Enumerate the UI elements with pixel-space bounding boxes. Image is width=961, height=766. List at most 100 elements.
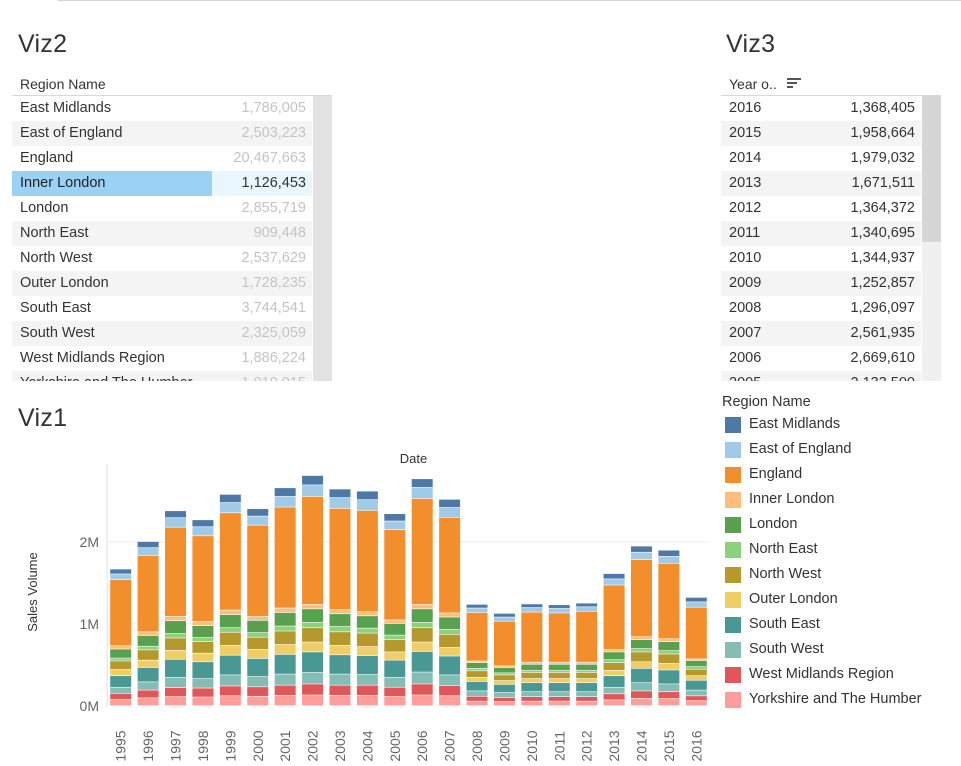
bar-segment[interactable] xyxy=(219,686,241,696)
bar-segment[interactable] xyxy=(630,698,652,706)
bar-segment[interactable] xyxy=(137,541,159,548)
bar-segment[interactable] xyxy=(685,667,707,669)
bar-segment[interactable] xyxy=(411,695,433,706)
bar-segment[interactable] xyxy=(576,662,598,664)
bar-segment[interactable] xyxy=(466,681,488,691)
bar-segment[interactable] xyxy=(356,616,378,628)
bar-segment[interactable] xyxy=(493,692,515,698)
bar-segment[interactable] xyxy=(685,680,707,690)
bar-segment[interactable] xyxy=(493,621,515,666)
bar-segment[interactable] xyxy=(274,496,296,507)
bar-segment[interactable] xyxy=(439,656,461,675)
bar-segment[interactable] xyxy=(493,697,515,702)
bar-segment[interactable] xyxy=(192,678,214,688)
bar-segment[interactable] xyxy=(192,688,214,697)
table-row[interactable]: North East 909,448 xyxy=(12,221,312,246)
bar-segment[interactable] xyxy=(302,609,324,623)
legend-item[interactable]: London xyxy=(722,512,958,537)
bar-segment[interactable] xyxy=(384,696,406,706)
bar-segment[interactable] xyxy=(576,672,598,679)
bar-segment[interactable] xyxy=(548,678,570,683)
bar-segment[interactable] xyxy=(329,685,351,696)
bar-segment[interactable] xyxy=(630,668,652,683)
bar-segment[interactable] xyxy=(110,693,132,700)
table-row[interactable]: 2008 1,296,097 xyxy=(721,296,921,321)
bar-segment[interactable] xyxy=(274,674,296,685)
legend-item[interactable]: West Midlands Region xyxy=(722,662,958,687)
bar-segment[interactable] xyxy=(165,687,187,697)
bar-segment[interactable] xyxy=(521,701,543,706)
legend-item[interactable]: South East xyxy=(722,612,958,637)
bar-segment[interactable] xyxy=(630,546,652,552)
table-row[interactable]: 2015 1,958,664 xyxy=(721,121,921,146)
bar-segment[interactable] xyxy=(439,634,461,648)
bar-segment[interactable] xyxy=(356,628,378,633)
table-row[interactable]: 2006 2,669,610 xyxy=(721,346,921,371)
bar-segment[interactable] xyxy=(548,696,570,701)
bar-segment[interactable] xyxy=(384,652,406,660)
bar-segment[interactable] xyxy=(658,550,680,557)
bar-segment[interactable] xyxy=(521,678,543,683)
bar-segment[interactable] xyxy=(384,529,406,620)
table-row[interactable]: 2016 1,368,405 xyxy=(721,96,921,121)
bar-segment[interactable] xyxy=(411,628,433,642)
bar-segment[interactable] xyxy=(192,662,214,679)
bar-segment[interactable] xyxy=(329,609,351,614)
bar-segment[interactable] xyxy=(110,676,132,687)
bar-segment[interactable] xyxy=(247,658,269,677)
bar-segment[interactable] xyxy=(466,671,488,678)
bar-segment[interactable] xyxy=(658,563,680,639)
bar-segment[interactable] xyxy=(356,655,378,675)
bar-segment[interactable] xyxy=(548,701,570,706)
bar-segment[interactable] xyxy=(165,650,187,660)
bar-segment[interactable] xyxy=(110,661,132,670)
bar-segment[interactable] xyxy=(247,616,269,621)
bar-segment[interactable] xyxy=(411,498,433,605)
bar-segment[interactable] xyxy=(548,672,570,679)
bar-segment[interactable] xyxy=(219,696,241,706)
bar-segment[interactable] xyxy=(192,653,214,662)
bar-segment[interactable] xyxy=(302,695,324,706)
bar-segment[interactable] xyxy=(329,655,351,674)
table-row[interactable]: East of England 2,503,223 xyxy=(12,121,312,146)
bar-segment[interactable] xyxy=(302,684,324,695)
bar-segment[interactable] xyxy=(137,690,159,698)
bar-segment[interactable] xyxy=(274,507,296,608)
bar-segment[interactable] xyxy=(274,654,296,674)
bar-segment[interactable] xyxy=(329,645,351,655)
bar-segment[interactable] xyxy=(521,662,543,664)
bar-segment[interactable] xyxy=(356,674,378,685)
bar-segment[interactable] xyxy=(493,613,515,617)
bar-segment[interactable] xyxy=(603,573,625,579)
bar-segment[interactable] xyxy=(603,649,625,652)
legend-item[interactable]: North East xyxy=(722,537,958,562)
bar-segment[interactable] xyxy=(685,690,707,696)
bar-segment[interactable] xyxy=(329,489,351,498)
bar-segment[interactable] xyxy=(521,604,543,608)
bar-segment[interactable] xyxy=(247,676,269,687)
bar-segment[interactable] xyxy=(548,664,570,671)
bar-segment[interactable] xyxy=(548,683,570,692)
bar-segment[interactable] xyxy=(110,646,132,649)
bar-segment[interactable] xyxy=(466,677,488,682)
bar-segment[interactable] xyxy=(576,607,598,612)
bar-segment[interactable] xyxy=(384,687,406,697)
bar-segment[interactable] xyxy=(685,602,707,607)
bar-segment[interactable] xyxy=(685,676,707,680)
bar-segment[interactable] xyxy=(329,508,351,610)
bar-segment[interactable] xyxy=(137,646,159,650)
bar-segment[interactable] xyxy=(110,574,132,580)
bar-segment[interactable] xyxy=(192,697,214,706)
bar-segment[interactable] xyxy=(521,607,543,612)
bar-segment[interactable] xyxy=(493,684,515,693)
bar-segment[interactable] xyxy=(137,682,159,690)
bar-segment[interactable] xyxy=(219,628,241,632)
bar-segment[interactable] xyxy=(329,674,351,685)
bar-segment[interactable] xyxy=(685,669,707,676)
bar-segment[interactable] xyxy=(302,485,324,497)
bar-segment[interactable] xyxy=(411,622,433,628)
bar-segment[interactable] xyxy=(466,696,488,701)
bar-segment[interactable] xyxy=(219,614,241,628)
bar-segment[interactable] xyxy=(603,585,625,650)
region-legend[interactable]: Region Name East Midlands East of England… xyxy=(722,392,958,712)
